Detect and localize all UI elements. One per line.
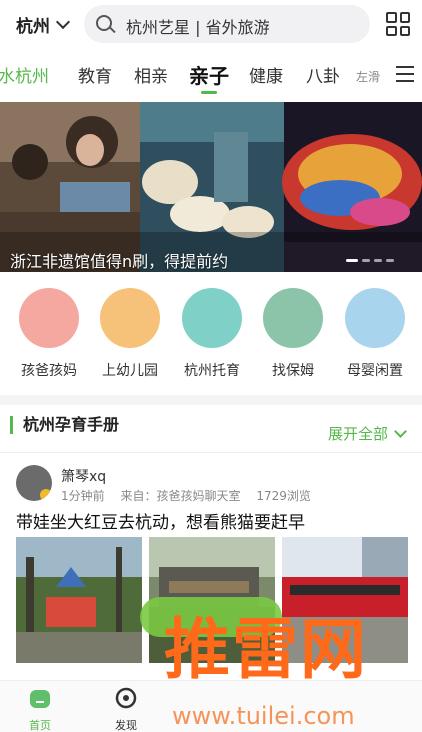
carousel-dots <box>346 259 394 262</box>
city-label: 杭州 <box>16 17 50 37</box>
top-bar: 杭州 杭州艺星 | 省外旅游 <box>0 0 422 50</box>
expand-all-label: 展开全部 <box>328 425 389 443</box>
tab-gossip[interactable]: 八卦 <box>306 62 340 87</box>
avatar[interactable] <box>16 465 52 501</box>
banner-carousel[interactable]: 浙江非遗馆值得n刷，得提前约 <box>0 102 422 272</box>
search-input[interactable]: 杭州艺星 | 省外旅游 <box>126 14 270 38</box>
divider <box>0 452 422 453</box>
city-selector[interactable]: 杭州 <box>16 12 71 37</box>
swipe-hint: 左滑 <box>356 70 381 84</box>
discover-icon <box>115 687 137 709</box>
tab-dating[interactable]: 相亲 <box>134 62 168 87</box>
nav-home[interactable]: 首页 <box>10 687 70 732</box>
watermark-logo: 推雷网 www.tuilei.com <box>164 611 368 731</box>
nav-label: 发现 <box>115 719 137 732</box>
quick-link-nanny[interactable]: 找保姆 <box>253 288 333 380</box>
quick-link-label: 杭州托育 <box>184 363 240 379</box>
search-icon <box>96 15 112 31</box>
home-icon <box>30 690 50 708</box>
category-tabs: 水杭州 教育 相亲 亲子 健康 八卦 左滑 <box>0 56 422 96</box>
kindergarten-icon <box>100 288 160 348</box>
post-source[interactable]: 来自：孩爸孩妈聊天室 <box>120 489 240 503</box>
secondhand-icon <box>345 288 405 348</box>
post-photo[interactable] <box>16 537 142 663</box>
childcare-icon <box>182 288 242 348</box>
quick-link-secondhand[interactable]: 母婴闲置 <box>335 288 415 380</box>
grid-menu-icon[interactable] <box>386 12 410 36</box>
tab-parenting[interactable]: 亲子 <box>189 60 229 89</box>
nanny-icon <box>263 288 323 348</box>
quick-link-label: 找保姆 <box>272 363 314 379</box>
active-tab-indicator <box>201 91 217 94</box>
post-views: 1729浏览 <box>256 489 311 503</box>
watermark-brand: 推雷网 <box>164 611 368 688</box>
post-meta: 1分钟前 来自：孩爸孩妈聊天室 1729浏览 <box>61 487 323 504</box>
tab-education[interactable]: 教育 <box>78 62 112 87</box>
expand-all-button[interactable]: 展开全部 <box>328 423 407 444</box>
app-screen: 杭州 杭州艺星 | 省外旅游 水杭州 教育 相亲 亲子 健康 八卦 左滑 浙江非… <box>0 0 422 732</box>
menu-icon[interactable] <box>396 66 414 82</box>
post-username[interactable]: 箫琴xq <box>61 466 106 486</box>
parents-icon <box>19 288 79 348</box>
section-title: 杭州孕育手册 <box>10 416 119 434</box>
quick-link-label: 孩爸孩妈 <box>21 363 77 379</box>
quick-link-parents[interactable]: 孩爸孩妈 <box>9 288 89 380</box>
chevron-down-icon <box>394 425 407 438</box>
tab-health[interactable]: 健康 <box>249 62 283 87</box>
nav-discover[interactable]: 发现 <box>96 687 156 732</box>
quick-link-label: 母婴闲置 <box>347 363 403 379</box>
post-time: 1分钟前 <box>61 489 105 503</box>
quick-link-label: 上幼儿园 <box>102 363 158 379</box>
nav-label: 首页 <box>29 719 51 732</box>
search-bar[interactable]: 杭州艺星 | 省外旅游 <box>84 5 370 43</box>
quick-links: 孩爸孩妈 上幼儿园 杭州托育 找保姆 母婴闲置 <box>0 288 422 388</box>
section-divider <box>0 395 422 405</box>
chevron-down-icon <box>55 14 71 29</box>
quick-link-kindergarten[interactable]: 上幼儿园 <box>90 288 170 380</box>
banner-caption: 浙江非遗馆值得n刷，得提前约 <box>10 252 229 271</box>
watermark-url: www.tuilei.com <box>172 702 355 730</box>
tab-shuihangzhou[interactable]: 水杭州 <box>0 62 49 87</box>
post-title[interactable]: 带娃坐大红豆去杭动，想看熊猫要赶早 <box>16 508 305 533</box>
banner-image <box>0 102 422 272</box>
quick-link-childcare[interactable]: 杭州托育 <box>172 288 252 380</box>
